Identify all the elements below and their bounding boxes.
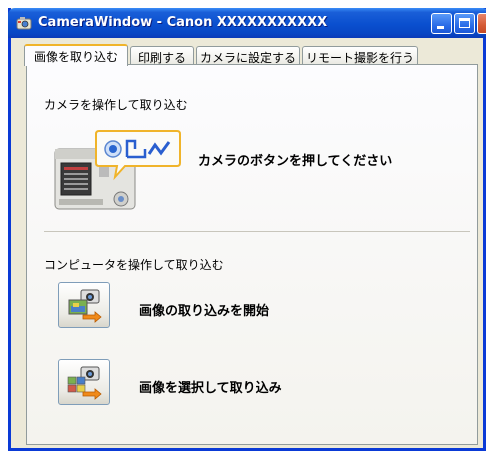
window-title: CameraWindow - Canon XXXXXXXXXXX: [38, 15, 328, 30]
camera-button-illustration: [54, 130, 181, 210]
camera-select-import-icon: [67, 366, 102, 400]
tab-label: 画像を取り込む: [33, 50, 118, 64]
select-import-button[interactable]: [58, 359, 110, 405]
tab-label: カメラに設定する: [199, 51, 296, 65]
camera-window-icon: [16, 17, 32, 30]
camera-button-instruction: カメラのボタンを押してください: [198, 154, 393, 169]
camera-import-icon: [68, 289, 102, 323]
tab-label: 印刷する: [137, 51, 186, 65]
tab-label: リモート撮影を行う: [305, 51, 414, 65]
start-import-button[interactable]: [58, 282, 110, 328]
tab-camera-settings[interactable]: カメラに設定する: [196, 46, 300, 65]
close-button[interactable]: [477, 13, 486, 34]
maximize-icon: [459, 18, 470, 28]
minimize-icon: [437, 26, 444, 29]
camera-section-heading: カメラを操作して取り込む: [44, 98, 188, 112]
tab-remote-shooting[interactable]: リモート撮影を行う: [302, 46, 418, 65]
minimize-button[interactable]: [431, 13, 452, 34]
title-bar[interactable]: CameraWindow - Canon XXXXXXXXXXX: [8, 8, 486, 38]
computer-section-heading: コンピュータを操作して取り込む: [44, 258, 224, 272]
section-divider: [44, 231, 470, 232]
tab-import-images[interactable]: 画像を取り込む: [24, 44, 128, 66]
start-import-label: 画像の取り込みを開始: [139, 304, 270, 319]
maximize-button[interactable]: [454, 13, 475, 34]
tab-print[interactable]: 印刷する: [130, 46, 194, 65]
select-import-label: 画像を選択して取り込み: [139, 381, 282, 396]
